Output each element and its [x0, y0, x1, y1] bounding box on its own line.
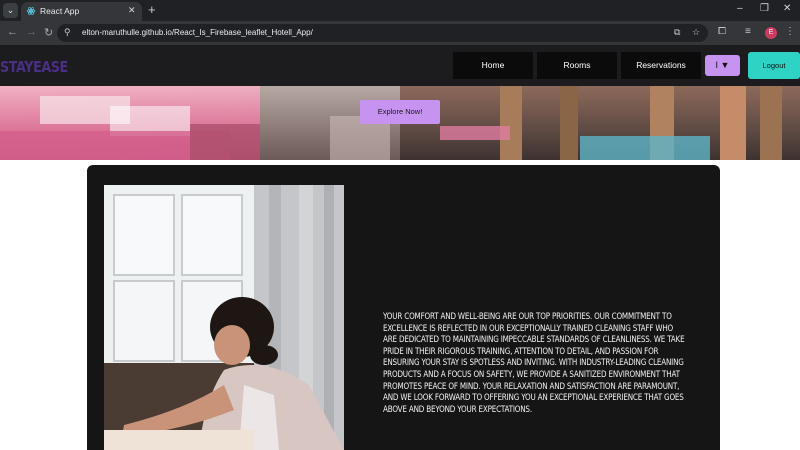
explore-now-button[interactable]: Explore Now! [360, 100, 440, 124]
housekeeper-photo [104, 185, 344, 450]
forward-arrow-icon[interactable]: → [26, 26, 37, 38]
logout-button[interactable]: Logout [748, 52, 800, 79]
user-menu-dropdown-button[interactable]: I ▼ [705, 55, 740, 76]
profile-avatar[interactable]: E [765, 27, 777, 39]
browser-toolbar: ← → ↻ ⚲ elton-maruthulle.github.io/React… [0, 21, 800, 45]
minimize-icon[interactable]: – [737, 3, 743, 14]
browser-tab-bar: ⌄ React App ✕ + – ❐ ✕ [0, 0, 800, 21]
site-header: STAYEASE Home Rooms Reservations I ▼ Log… [0, 45, 800, 86]
tab-search-chevron-icon[interactable]: ⌄ [3, 3, 18, 18]
extensions-icon[interactable]: ⧠ [718, 26, 726, 37]
reload-icon[interactable]: ↻ [44, 26, 53, 39]
tab-close-icon[interactable]: ✕ [128, 5, 136, 16]
tab-title: React App [40, 6, 80, 16]
nav-home-button[interactable]: Home [453, 52, 533, 79]
site-info-icon[interactable]: ⚲ [64, 27, 71, 38]
react-favicon-icon [26, 7, 36, 15]
nav-reservations-button[interactable]: Reservations [621, 52, 701, 79]
site-logo[interactable]: STAYEASE [0, 58, 68, 76]
install-app-icon[interactable]: ⧉ [674, 27, 680, 38]
bookmark-star-icon[interactable]: ☆ [692, 27, 700, 38]
address-bar[interactable]: ⚲ elton-maruthulle.github.io/React_Is_Fi… [57, 24, 708, 42]
media-control-icon[interactable]: ≡ [745, 26, 751, 37]
browser-tab[interactable]: React App ✕ [21, 2, 142, 21]
browser-menu-icon[interactable]: ⋮ [785, 26, 795, 37]
back-arrow-icon[interactable]: ← [7, 26, 18, 38]
window-close-icon[interactable]: ✕ [783, 3, 791, 14]
about-paragraph: Your comfort and well-being are our top … [383, 312, 685, 415]
url-text: elton-maruthulle.github.io/React_Is_Fire… [82, 28, 313, 37]
new-tab-plus-icon[interactable]: + [148, 2, 156, 18]
restore-icon[interactable]: ❐ [760, 3, 769, 14]
housekeeper-illustration [104, 185, 344, 450]
nav-rooms-button[interactable]: Rooms [537, 52, 617, 79]
